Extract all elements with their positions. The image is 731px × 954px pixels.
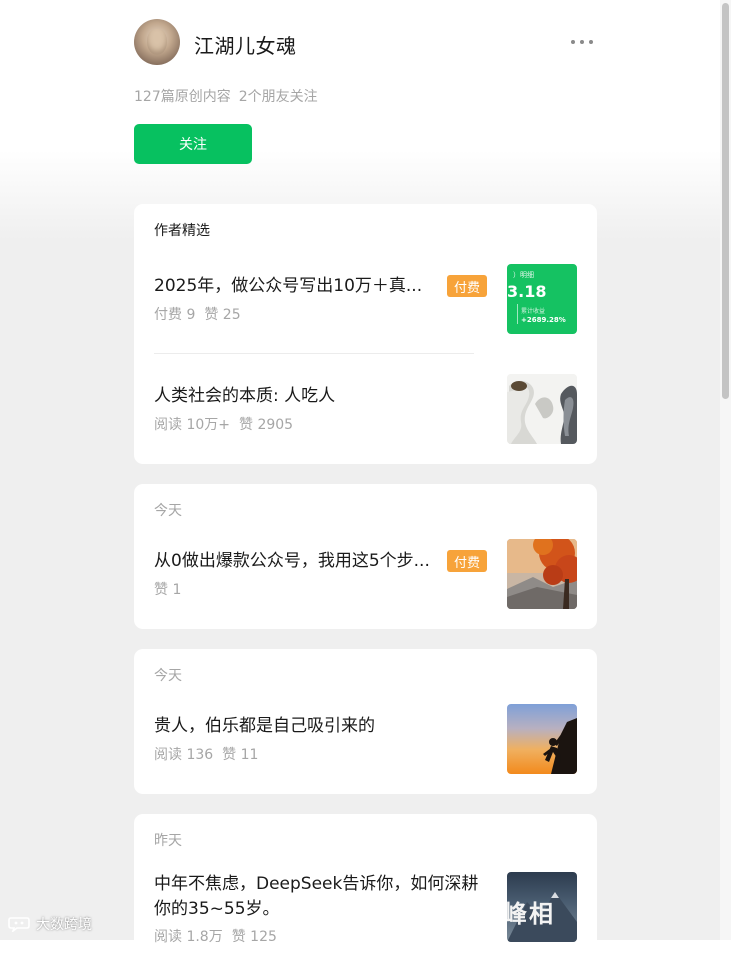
- scrollbar-thumb[interactable]: [722, 3, 729, 399]
- paid-badge: 付费: [447, 275, 487, 297]
- account-stats: 127篇原创内容 2个朋友关注: [134, 86, 318, 106]
- article-title: 从0做出爆款公众号，我用这5个步...: [154, 551, 430, 571]
- read-count: 阅读 10万+: [154, 417, 230, 433]
- article-item[interactable]: 人类社会的本质: 人吃人 阅读 10万+ 赞 2905: [154, 374, 577, 444]
- more-options-button[interactable]: [571, 32, 593, 52]
- article-meta: 付费 9 赞 25: [154, 304, 241, 324]
- feed-card: 今天 贵人，伯乐都是自己吸引来的 阅读 136 赞 11: [134, 649, 597, 794]
- climber-thumbnail: [507, 704, 577, 774]
- like-count: 赞 25: [204, 307, 241, 323]
- profile-page: 江湖儿女魂 127篇原创内容 2个朋友关注 关注 作者精选 2025年，做公众号写…: [134, 0, 597, 954]
- thumb-amount: 3.18: [507, 282, 547, 301]
- article-title: 2025年，做公众号写出10万＋真...: [154, 276, 423, 296]
- article-item[interactable]: 贵人，伯乐都是自己吸引来的 阅读 136 赞 11: [154, 704, 577, 774]
- article-meta: 阅读 1.8万赞 125: [154, 926, 277, 946]
- original-count: 127篇原创内容: [134, 89, 231, 105]
- feed-card: 今天 从0做出爆款公众号，我用这5个步... 付费 赞 1: [134, 484, 597, 629]
- article-meta: 阅读 136 赞 11: [154, 744, 258, 764]
- speech-bubble-logo-icon: [8, 916, 30, 934]
- avatar-face: [147, 29, 167, 55]
- sculpture-image: [507, 374, 577, 444]
- read-count: 阅读 1.8万: [154, 929, 223, 945]
- read-count: 阅读 136: [154, 747, 214, 763]
- paid-badge: 付费: [447, 550, 487, 572]
- article-item[interactable]: 从0做出爆款公众号，我用这5个步... 付费 赞 1: [154, 539, 577, 609]
- more-dot-icon: [571, 40, 575, 44]
- like-count: 赞 2905: [239, 417, 294, 433]
- income-screenshot-thumbnail: ）明细 3.18 累计收益 +2689.28%: [507, 264, 577, 334]
- more-dot-icon: [589, 40, 593, 44]
- like-count: 赞 125: [231, 929, 277, 945]
- thumb-caption: ）明细: [513, 271, 534, 279]
- article-item[interactable]: 2025年，做公众号写出10万＋真... 付费 付费 9 赞 25 ）明细 3.1…: [154, 264, 577, 334]
- friends-following: 2个朋友关注: [238, 89, 318, 105]
- article-divider: [154, 353, 474, 354]
- thumb-percent: +2689.28%: [521, 316, 566, 324]
- watermark-text: 大数跨境: [36, 917, 92, 933]
- date-label: 今天: [154, 668, 182, 684]
- article-title: 人类社会的本质: 人吃人: [154, 386, 336, 406]
- account-name: 江湖儿女魂: [194, 34, 297, 58]
- thumb-divider: [517, 304, 518, 324]
- feed-card: 昨天 中年不焦虑，DeepSeek告诉你，如何深耕你的35~55岁。 阅读 1.…: [134, 814, 597, 954]
- watermark: 大数跨境: [8, 914, 92, 934]
- article-title: 贵人，伯乐都是自己吸引来的: [154, 716, 375, 736]
- more-dot-icon: [580, 40, 584, 44]
- article-item[interactable]: 中年不焦虑，DeepSeek告诉你，如何深耕你的35~55岁。 阅读 1.8万赞…: [154, 872, 577, 945]
- sculpture-thumbnail: [507, 374, 577, 444]
- autumn-tree-thumbnail: [507, 539, 577, 609]
- thumb-overlay-text: 峰相: [507, 900, 555, 928]
- avatar[interactable]: [134, 19, 180, 65]
- autumn-tree-image: [507, 539, 577, 609]
- like-count: 赞 11: [222, 747, 259, 763]
- mountain-thumbnail: 峰相: [507, 872, 577, 942]
- article-meta: 阅读 10万+ 赞 2905: [154, 414, 293, 434]
- featured-card: 作者精选 2025年，做公众号写出10万＋真... 付费 付费 9 赞 25 ）明…: [134, 204, 597, 464]
- date-label: 昨天: [154, 833, 182, 849]
- profile-header: 江湖儿女魂 127篇原创内容 2个朋友关注 关注: [134, 0, 597, 200]
- pay-count: 付费 9: [154, 307, 196, 323]
- thumb-sublabel: 累计收益: [521, 308, 546, 315]
- featured-label: 作者精选: [154, 223, 210, 239]
- follow-button[interactable]: 关注: [134, 124, 252, 164]
- article-title: 中年不焦虑，DeepSeek告诉你，如何深耕你的35~55岁。: [154, 874, 479, 919]
- like-count: 赞 1: [154, 582, 182, 598]
- date-label: 今天: [154, 503, 182, 519]
- climber-image: [543, 718, 577, 774]
- article-meta: 赞 1: [154, 579, 181, 599]
